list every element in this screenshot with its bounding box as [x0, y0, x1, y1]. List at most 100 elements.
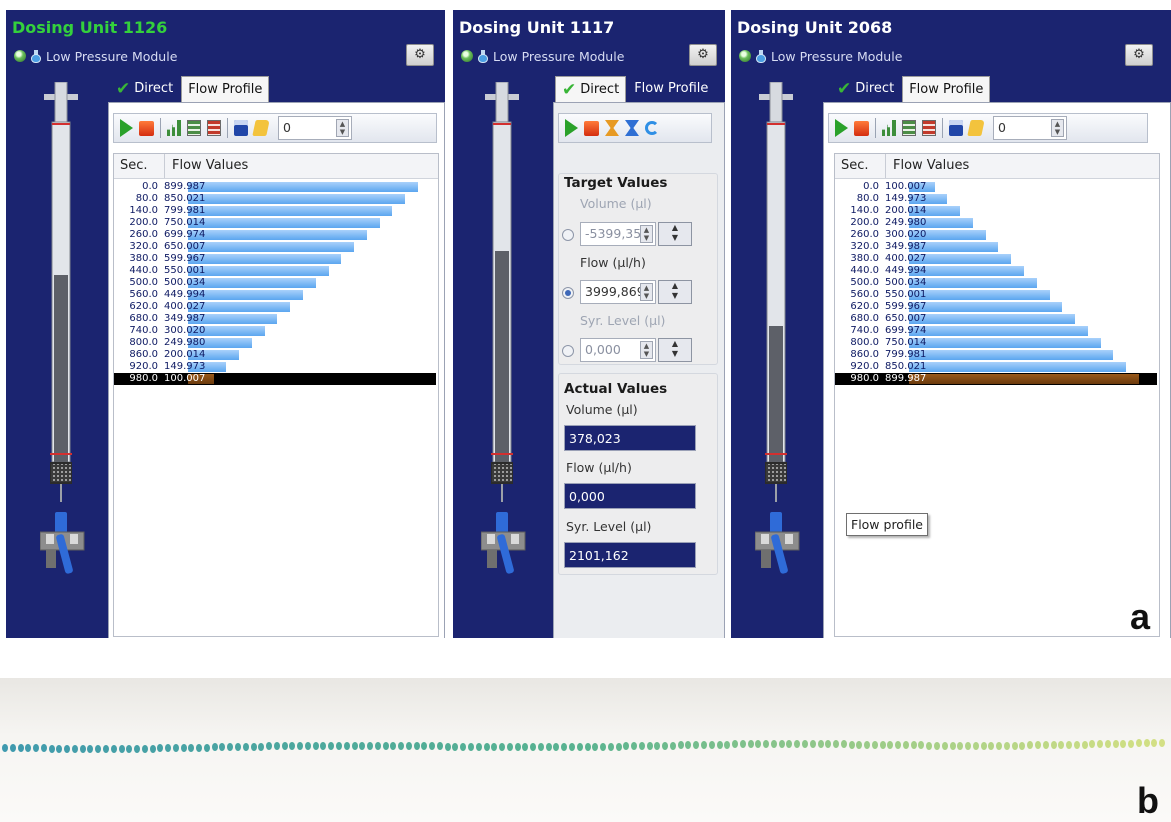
flow-bar [909, 314, 1075, 324]
play-icon[interactable] [835, 119, 848, 137]
droplet [545, 743, 552, 752]
table-row[interactable]: 80.0 149.973 [835, 193, 1157, 205]
table-row[interactable]: 620.0 599.967 [835, 301, 1157, 313]
table-row[interactable]: 980.0 899.987 [835, 373, 1157, 385]
target-flow-step[interactable]: ▲ ▼ [658, 280, 692, 304]
settings-button[interactable]: ⚙ [406, 44, 434, 66]
tab-flow-profile[interactable]: Flow Profile [181, 76, 270, 102]
target-flow-input[interactable]: 3999,869 ▲ ▼ [580, 280, 656, 304]
actual-values-title: Actual Values [564, 381, 668, 397]
table-row[interactable]: 680.0 650.007 [835, 313, 1157, 325]
spinner-arrows-icon[interactable]: ▲ ▼ [336, 119, 349, 137]
stop-icon[interactable] [854, 120, 869, 136]
droplet [1089, 740, 1096, 749]
table-row[interactable]: 740.0 699.974 [835, 325, 1157, 337]
spinner-arrows-icon[interactable]: ▲ ▼ [1051, 119, 1064, 137]
table-row[interactable]: 380.0 599.967 [114, 253, 436, 265]
target-level-radio[interactable] [562, 345, 574, 357]
droplet [134, 744, 141, 753]
spinner-arrows-icon[interactable]: ▲ ▼ [640, 341, 653, 359]
row-spinner[interactable]: 0 ▲ ▼ [993, 116, 1067, 140]
droplet [708, 740, 715, 749]
target-flow-radio[interactable] [562, 287, 574, 299]
table-row[interactable]: 800.0 249.980 [114, 337, 436, 349]
row-sec: 80.0 [856, 193, 879, 204]
spinner-arrows-icon[interactable]: ▲ ▼ [640, 283, 653, 301]
table-row[interactable]: 80.0 850.021 [114, 193, 436, 205]
row-value: 699.974 [885, 325, 927, 336]
droplet [475, 742, 482, 751]
table-row[interactable]: 800.0 750.014 [835, 337, 1157, 349]
play-icon[interactable] [120, 119, 133, 137]
table-row[interactable]: 560.0 449.994 [114, 289, 436, 301]
tab-direct[interactable]: ✔ Direct [110, 76, 179, 102]
table-row[interactable]: 920.0 850.021 [835, 361, 1157, 373]
save-icon[interactable] [234, 120, 248, 136]
delete-row-icon[interactable] [922, 120, 936, 136]
table-row[interactable]: 440.0 550.001 [114, 265, 436, 277]
step-arrows-icon[interactable]: ▲ ▼ [658, 338, 692, 362]
chart-icon[interactable] [167, 120, 181, 136]
target-level-step[interactable]: ▲ ▼ [658, 338, 692, 362]
table-row[interactable]: 620.0 400.027 [114, 301, 436, 313]
table-row[interactable]: 0.0 899.987 [114, 181, 436, 193]
tab-flow-profile[interactable]: Flow Profile [628, 76, 714, 102]
table-row[interactable]: 440.0 449.994 [835, 265, 1157, 277]
add-row-icon[interactable] [187, 120, 201, 136]
play-icon[interactable] [565, 119, 578, 137]
table-row[interactable]: 260.0 699.974 [114, 229, 436, 241]
table-row[interactable]: 740.0 300.020 [114, 325, 436, 337]
droplet [747, 740, 754, 749]
settings-button[interactable]: ⚙ [1125, 44, 1153, 66]
hourglass-fill-icon[interactable] [605, 120, 619, 136]
droplet [1027, 741, 1034, 750]
tab-direct[interactable]: ✔ Direct [555, 76, 627, 102]
table-row[interactable]: 680.0 349.987 [114, 313, 436, 325]
panel-title: Dosing Unit 2068 [737, 18, 893, 37]
table-row[interactable]: 140.0 200.014 [835, 205, 1157, 217]
target-volume-input[interactable]: -5399,359 ▲ ▼ [580, 222, 656, 246]
tab-direct[interactable]: ✔ Direct [831, 76, 900, 102]
table-row[interactable]: 500.0 500.034 [114, 277, 436, 289]
table-row[interactable]: 980.0 100.007 [114, 373, 436, 385]
syringe-svg [754, 81, 800, 574]
status-led-icon [14, 50, 26, 62]
delete-row-icon[interactable] [207, 120, 221, 136]
flow-bar [188, 254, 341, 264]
step-arrows-icon[interactable]: ▲ ▼ [658, 280, 692, 304]
save-icon[interactable] [949, 120, 963, 136]
table-row[interactable]: 0.0 100.007 [835, 181, 1157, 193]
table-row[interactable]: 200.0 249.980 [835, 217, 1157, 229]
table-row[interactable]: 380.0 400.027 [835, 253, 1157, 265]
table-row[interactable]: 320.0 650.007 [114, 241, 436, 253]
chart-icon[interactable] [882, 120, 896, 136]
add-row-icon[interactable] [902, 120, 916, 136]
step-arrows-icon[interactable]: ▲ ▼ [658, 222, 692, 246]
stop-icon[interactable] [139, 120, 154, 136]
row-value: 300.020 [885, 229, 927, 240]
table-row[interactable]: 860.0 200.014 [114, 349, 436, 361]
spinner-arrows-icon[interactable]: ▲ ▼ [640, 225, 653, 243]
table-row[interactable]: 560.0 550.001 [835, 289, 1157, 301]
table-row[interactable]: 920.0 149.973 [114, 361, 436, 373]
target-volume-radio[interactable] [562, 229, 574, 241]
open-folder-icon[interactable] [967, 120, 985, 136]
droplet [71, 744, 78, 753]
table-row[interactable]: 500.0 500.034 [835, 277, 1157, 289]
tab-flow-profile[interactable]: Flow Profile [902, 76, 991, 102]
target-level-input[interactable]: 0,000 ▲ ▼ [580, 338, 656, 362]
open-folder-icon[interactable] [252, 120, 270, 136]
table-row[interactable]: 860.0 799.981 [835, 349, 1157, 361]
hourglass-empty-icon[interactable] [625, 120, 639, 136]
stop-icon[interactable] [584, 120, 599, 136]
table-row[interactable]: 260.0 300.020 [835, 229, 1157, 241]
table-row[interactable]: 320.0 349.987 [835, 241, 1157, 253]
settings-button[interactable]: ⚙ [689, 44, 717, 66]
table-row[interactable]: 200.0 750.014 [114, 217, 436, 229]
table-row[interactable]: 140.0 799.981 [114, 205, 436, 217]
refresh-icon[interactable] [645, 121, 659, 135]
row-spinner[interactable]: 0 ▲ ▼ [278, 116, 352, 140]
droplet [1066, 740, 1073, 749]
target-volume-step[interactable]: ▲ ▼ [658, 222, 692, 246]
droplet [561, 743, 568, 752]
